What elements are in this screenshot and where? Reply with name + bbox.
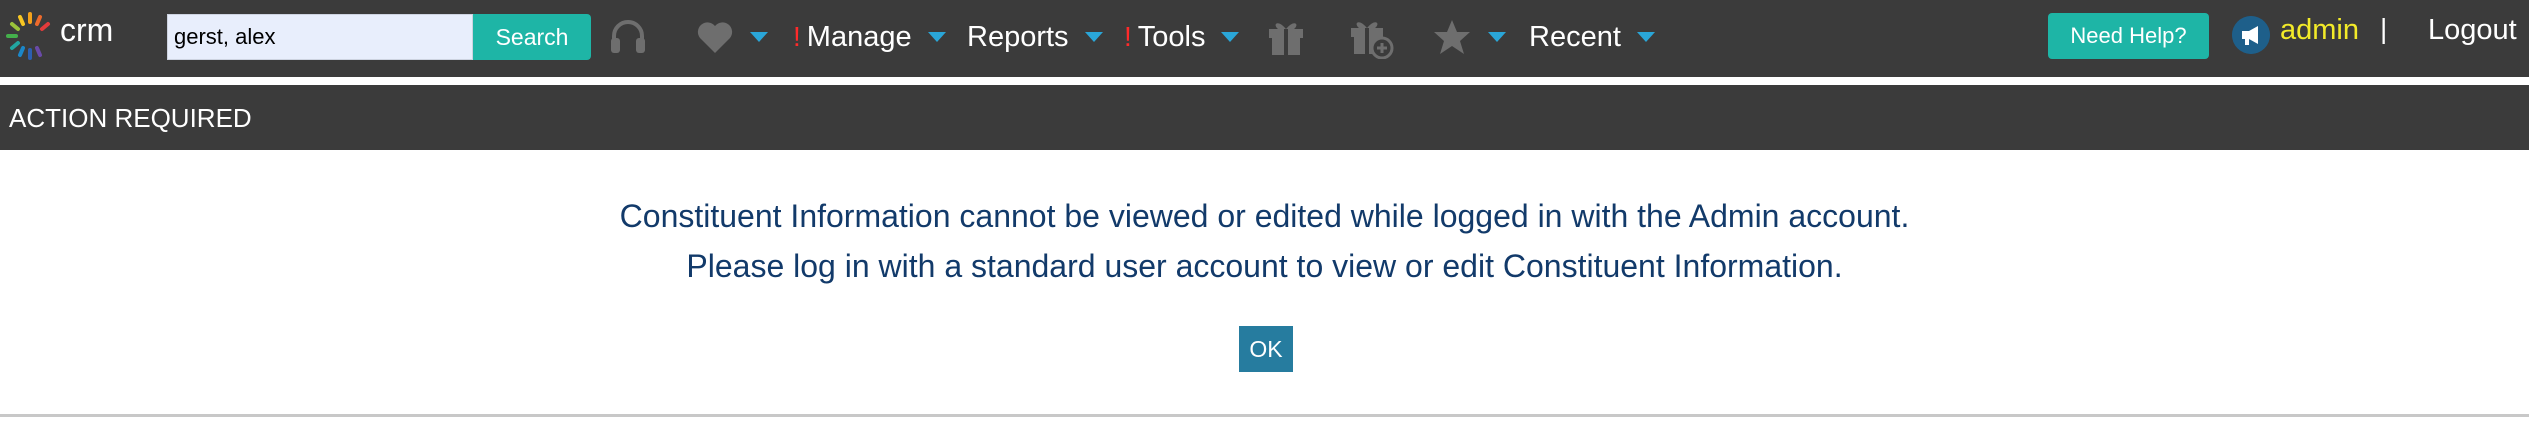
separator: | bbox=[2380, 13, 2388, 44]
message-line-1: Constituent Information cannot be viewed… bbox=[619, 198, 1910, 234]
nav-recent-label: Recent bbox=[1529, 20, 1621, 53]
top-navigation-bar: crm Search ! Manage Reports ! Tools bbox=[0, 0, 2529, 77]
search-button[interactable]: Search bbox=[473, 14, 591, 60]
nav-tools-label: Tools bbox=[1137, 20, 1206, 53]
user-menu-link[interactable]: admin bbox=[2280, 14, 2359, 47]
nav-recent[interactable]: Recent bbox=[1529, 14, 1655, 60]
alert-indicator: ! bbox=[793, 21, 801, 52]
chevron-down-icon bbox=[1221, 32, 1240, 42]
app-name[interactable]: crm bbox=[60, 12, 113, 49]
favorites-menu[interactable] bbox=[696, 12, 768, 62]
gift-icon bbox=[1269, 23, 1303, 55]
headset-icon bbox=[611, 20, 645, 53]
favorites-star-menu[interactable] bbox=[1432, 12, 1506, 62]
heart-icon bbox=[697, 22, 733, 53]
chevron-down-icon bbox=[1636, 32, 1655, 42]
chevron-down-icon bbox=[750, 32, 768, 42]
nav-reports-label: Reports bbox=[967, 20, 1069, 53]
crm-logo-icon[interactable] bbox=[4, 10, 56, 62]
nav-tools[interactable]: ! Tools bbox=[1124, 14, 1240, 60]
nav-manage[interactable]: ! Manage bbox=[793, 14, 946, 60]
nav-reports[interactable]: Reports bbox=[967, 14, 1103, 60]
add-gift-button[interactable] bbox=[1348, 12, 1394, 62]
nav-manage-label: Manage bbox=[806, 20, 912, 53]
search-input[interactable] bbox=[167, 14, 473, 60]
logout-link[interactable]: Logout bbox=[2428, 14, 2517, 47]
chevron-down-icon bbox=[1084, 32, 1103, 42]
chevron-down-icon bbox=[927, 32, 946, 42]
action-required-title: ACTION REQUIRED bbox=[9, 103, 252, 133]
support-button[interactable] bbox=[607, 12, 649, 62]
action-required-bar: ACTION REQUIRED bbox=[0, 85, 2529, 150]
header-divider bbox=[0, 77, 2529, 85]
need-help-button[interactable]: Need Help? bbox=[2048, 13, 2209, 59]
star-icon bbox=[1434, 20, 1470, 54]
bottom-divider bbox=[0, 414, 2529, 417]
gift-button[interactable] bbox=[1266, 12, 1306, 62]
ok-button[interactable]: OK bbox=[1239, 326, 1293, 372]
message-line-2: Please log in with a standard user accou… bbox=[686, 248, 1843, 284]
alert-indicator: ! bbox=[1124, 21, 1132, 52]
chevron-down-icon bbox=[1488, 32, 1506, 42]
gift-add-icon bbox=[1351, 22, 1394, 59]
megaphone-icon[interactable] bbox=[2232, 16, 2270, 54]
